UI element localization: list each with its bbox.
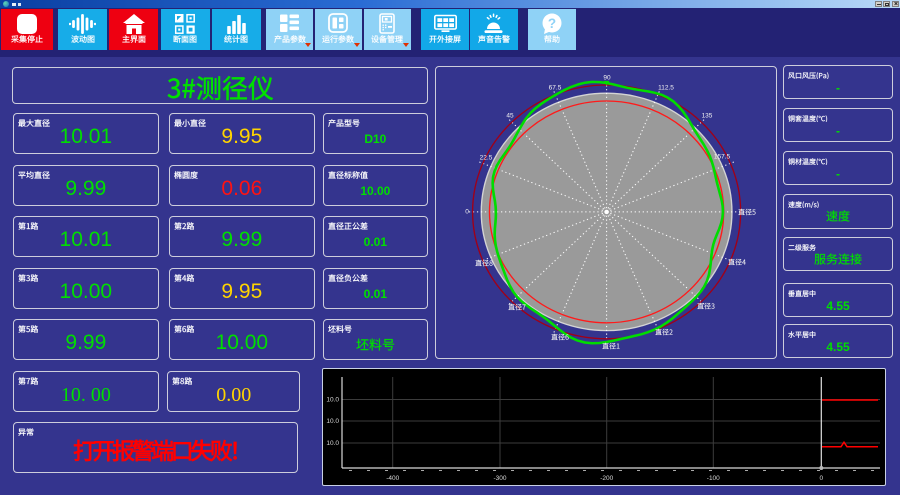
svg-text:-100: -100 — [707, 475, 720, 482]
svg-text:10.0: 10.0 — [326, 397, 339, 404]
svg-text:0: 0 — [819, 475, 823, 482]
svg-text:10.0: 10.0 — [326, 440, 339, 447]
svg-text:-200: -200 — [600, 475, 613, 482]
svg-text:?: ? — [548, 16, 556, 31]
svg-text:-400: -400 — [386, 475, 399, 482]
svg-text:-300: -300 — [493, 475, 506, 482]
svg-text:10.0: 10.0 — [326, 418, 339, 425]
